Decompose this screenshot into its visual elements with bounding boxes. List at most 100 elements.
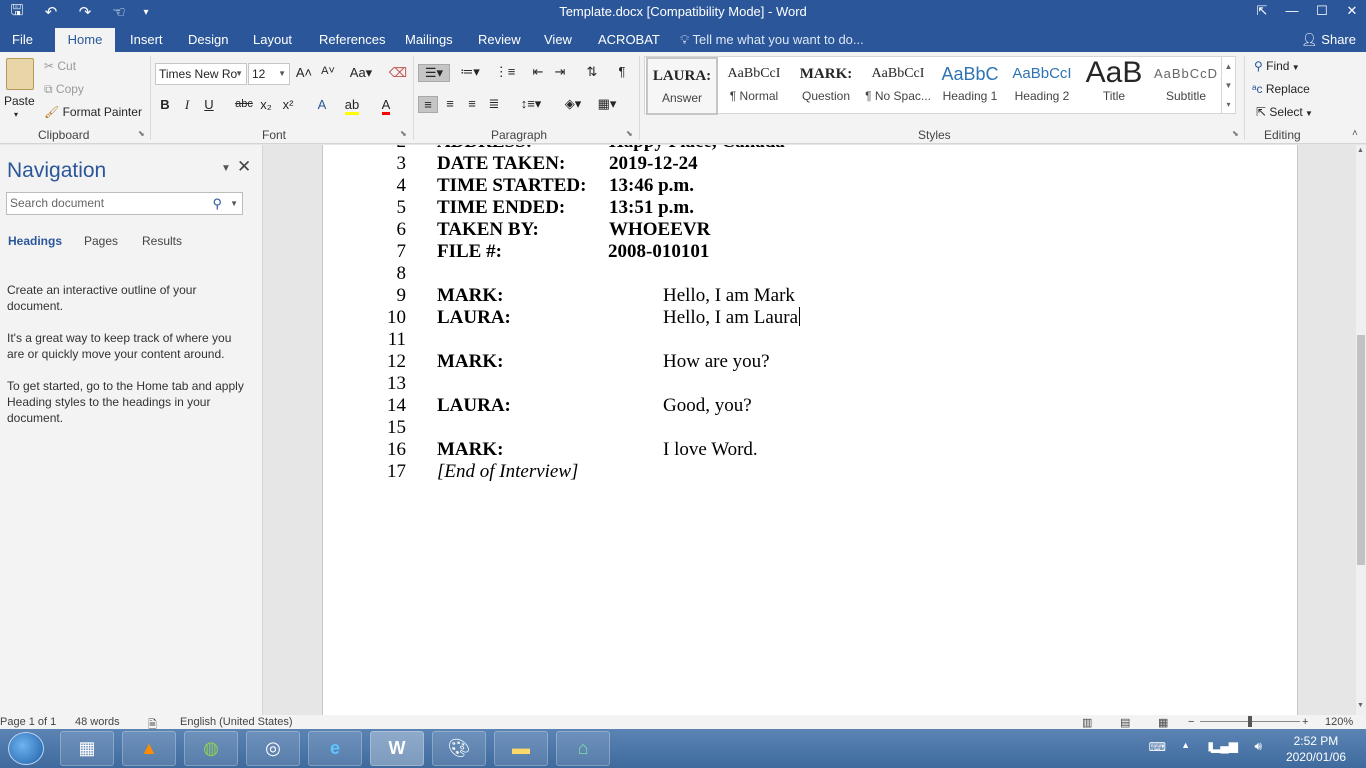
shading-icon[interactable]: ◈▾ [558,96,588,112]
pane-options-icon[interactable]: ▼ [221,163,231,174]
find-button[interactable]: ⚲ Find ▼ [1254,59,1300,73]
align-left-icon[interactable]: ≡ [418,96,438,113]
tab-mailings[interactable]: Mailings [397,28,461,52]
bold-button[interactable]: B [155,97,175,112]
highlight-icon[interactable]: ab [342,97,362,115]
page-count[interactable]: Page 1 of 1 [0,716,56,728]
save-icon[interactable]: 🖫 [0,0,34,25]
globe-icon[interactable]: ◍ [184,731,238,766]
style-title[interactable]: AaB Title [1078,57,1150,115]
scroll-up-icon[interactable]: ▲ [1357,147,1364,154]
tab-view[interactable]: View [536,28,580,52]
font-color-icon[interactable]: A [376,97,396,115]
style-normal[interactable]: AaBbCcI ¶ Normal [718,57,790,115]
vlc-icon[interactable]: ▲ [122,731,176,766]
underline-button[interactable]: U [199,97,219,112]
format-painter-button[interactable]: 🖌︎ Format Painter [44,105,142,119]
scroll-down-icon[interactable]: ▼ [1357,702,1364,709]
zoom-slider-thumb[interactable] [1248,716,1252,727]
search-icon[interactable]: ⚲ [212,193,222,214]
styles-launcher-icon[interactable]: ⬊ [1232,129,1239,138]
style-heading-1[interactable]: AaBbC Heading 1 [934,57,1006,115]
vertical-scrollbar[interactable]: ▲ ▼ [1356,145,1366,715]
sort-icon[interactable]: ⇅ [582,64,602,80]
ribbon-display-options-icon[interactable]: ⇱ [1248,0,1276,22]
tab-results[interactable]: Results [142,234,182,248]
superscript-button[interactable]: x² [278,97,298,112]
start-button[interactable] [8,732,44,765]
tab-design[interactable]: Design [180,28,236,52]
clipboard-launcher-icon[interactable]: ⬊ [138,129,145,138]
internet-explorer-icon[interactable]: e [308,731,362,766]
word-icon[interactable]: W [370,731,424,766]
clear-formatting-icon[interactable]: ⌫ [388,65,408,81]
tab-insert[interactable]: Insert [122,28,171,52]
increase-indent-icon[interactable]: ⇥ [550,64,570,80]
align-center-icon[interactable]: ≡ [440,96,460,111]
share-button[interactable]: 👤︎ Share [1301,28,1356,52]
tell-me-box[interactable]: 💡︎ Tell me what you want to do... [680,28,864,52]
paragraph-launcher-icon[interactable]: ⬊ [626,129,633,138]
more-styles-icon[interactable]: ▾ [1222,95,1235,114]
grow-font-icon[interactable]: A˄ [294,65,314,80]
close-icon[interactable]: ✕ [237,157,251,177]
document-page[interactable]: 2 ADDRESS: Happy Place, Canada 3 DATE TA… [322,145,1298,715]
tab-pages[interactable]: Pages [84,234,118,248]
select-button[interactable]: ⇱ Select ▼ [1256,105,1313,119]
font-launcher-icon[interactable]: ⬊ [400,129,407,138]
maximize-icon[interactable]: ☐ [1308,0,1336,22]
read-mode-icon[interactable]: ▥ [1082,716,1092,729]
web-layout-icon[interactable]: ▦ [1158,716,1168,729]
style-no-spacing[interactable]: AaBbCcI ¶ No Spac... [862,57,934,115]
subscript-button[interactable]: x₂ [256,97,276,112]
zoom-out-icon[interactable]: − [1188,716,1194,728]
style-question[interactable]: MARK: Question [790,57,862,115]
paste-icon[interactable] [6,58,34,90]
text-effects-icon[interactable]: A [312,97,332,112]
numbering-icon[interactable]: ≔▾ [455,64,485,80]
folder-icon[interactable]: ▬ [494,731,548,766]
align-right-icon[interactable]: ≡ [462,96,482,111]
paint-icon[interactable]: 🎨︎ [432,731,486,766]
undo-icon[interactable]: ↶ [34,3,68,21]
zoom-level[interactable]: 120% [1325,716,1353,728]
chevron-down-icon[interactable]: ▼ [230,193,238,214]
scroll-down-icon[interactable]: ▼ [1222,76,1235,95]
print-layout-icon[interactable]: ▤ [1120,716,1130,729]
tab-review[interactable]: Review [470,28,529,52]
close-window-icon[interactable]: ✕ [1338,0,1366,22]
font-size-box[interactable]: 12 ▼ [248,63,290,85]
shrink-font-icon[interactable]: A˅ [318,65,338,77]
word-count[interactable]: 48 words [75,716,120,728]
show-hide-icon[interactable]: ¶ [612,64,632,79]
language-indicator[interactable]: English (United States) [180,716,293,728]
strikethrough-button[interactable]: abc [234,98,254,110]
tab-acrobat[interactable]: ACROBAT [590,28,668,52]
clock[interactable]: 2:52 PM 2020/01/06 [1286,733,1346,765]
calculator-icon[interactable]: ▦ [60,731,114,766]
zoom-in-icon[interactable]: + [1302,716,1308,728]
style-answer[interactable]: LAURA: Answer [646,57,718,115]
paste-button[interactable]: Paste [4,94,35,108]
line-spacing-icon[interactable]: ↕≡▾ [516,96,546,112]
italic-button[interactable]: I [177,97,197,113]
font-name-box[interactable]: Times New Ro ▼ [155,63,247,85]
justify-icon[interactable]: ≣ [484,96,504,112]
network-app-icon[interactable]: ◎ [246,731,300,766]
decrease-indent-icon[interactable]: ⇤ [528,64,548,80]
network-icon[interactable]: ▂▄▆ [1211,739,1238,753]
tab-headings[interactable]: Headings [8,234,62,248]
replace-button[interactable]: ᵃc Replace [1252,82,1310,96]
change-case-icon[interactable]: Aa▾ [346,65,376,81]
tab-references[interactable]: References [311,28,393,52]
customize-qat-icon[interactable]: ▾ [136,7,156,18]
cut-button[interactable]: ✂ Cut [44,59,76,73]
touch-mode-icon[interactable]: ☜ [102,3,136,21]
volume-icon[interactable]: 🔊︎ [1254,739,1262,754]
tab-layout[interactable]: Layout [245,28,300,52]
home-app-icon[interactable]: ⌂ [556,731,610,766]
redo-icon[interactable]: ↷ [68,3,102,21]
paste-dropdown-icon[interactable]: ▾ [14,110,18,119]
scroll-up-icon[interactable]: ▲ [1222,57,1235,76]
search-document-input[interactable]: Search document ⚲ ▼ [6,192,243,215]
